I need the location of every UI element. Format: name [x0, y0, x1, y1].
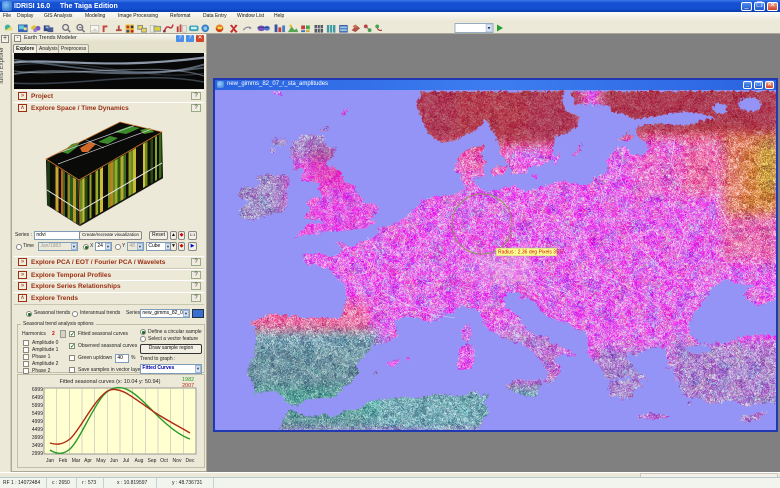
svg-text:3999: 3999 [32, 435, 43, 441]
svg-text:6999: 6999 [32, 387, 43, 393]
svg-text:Jan: Jan [46, 458, 54, 464]
svg-text:May: May [96, 458, 106, 464]
svg-text:Fitted seasonal curves (x: 10.: Fitted seasonal curves (x: 10.04 y: 50.9… [60, 379, 161, 385]
svg-text:Aug: Aug [135, 458, 144, 464]
svg-text:4499: 4499 [32, 427, 43, 433]
svg-text:6499: 6499 [32, 395, 43, 401]
svg-text:Jun: Jun [110, 458, 118, 464]
svg-text:Dec: Dec [186, 458, 195, 464]
svg-text:2999: 2999 [32, 451, 43, 457]
svg-text:4999: 4999 [32, 419, 43, 425]
svg-text:Radius : 2.36 deg Pixels 357: Radius : 2.36 deg Pixels 3577 [498, 250, 565, 256]
svg-text:Apr: Apr [84, 458, 92, 464]
svg-text:Feb: Feb [59, 458, 68, 464]
svg-text:3499: 3499 [32, 443, 43, 449]
svg-text:Sep: Sep [148, 458, 157, 464]
svg-text:5999: 5999 [32, 403, 43, 409]
svg-text:Oct: Oct [160, 458, 168, 464]
svg-text:Jul: Jul [123, 458, 129, 464]
svg-text:Mar: Mar [72, 458, 81, 464]
svg-text:Nov: Nov [173, 458, 182, 464]
svg-text:5499: 5499 [32, 411, 43, 417]
